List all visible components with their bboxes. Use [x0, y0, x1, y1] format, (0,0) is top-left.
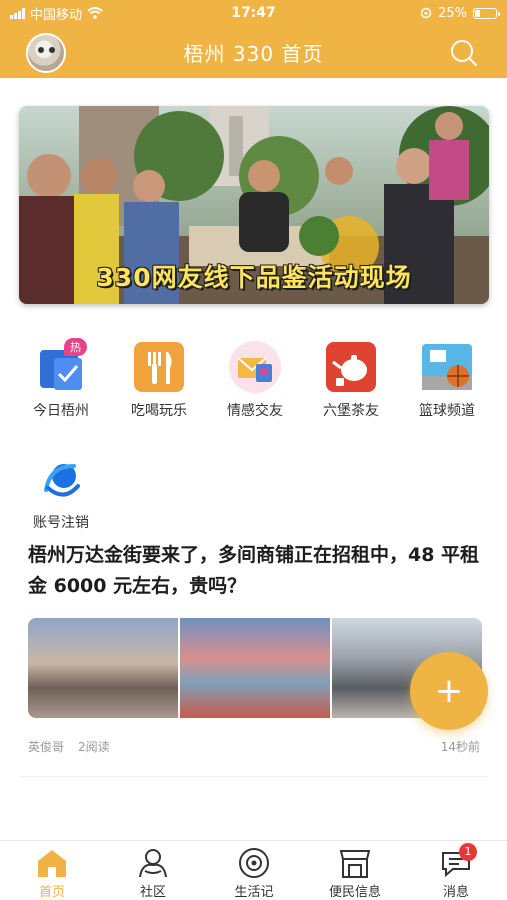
clock: 17:47 — [231, 5, 276, 21]
plus-icon: + — [434, 671, 464, 711]
event-banner[interactable]: 330网友线下品鉴活动现场 — [19, 106, 489, 304]
article-image — [28, 618, 178, 718]
banner-caption: 330网友线下品鉴活动现场 — [96, 263, 412, 292]
menu-item-food-fun[interactable]: 吃喝玩乐 — [114, 340, 204, 420]
search-icon[interactable] — [449, 38, 479, 68]
article-title[interactable]: 梧州万达金街要来了，多间商铺正在招租中，48 平租金 6000 元左右，贵吗？ — [28, 540, 488, 602]
tab-label: 首页 — [38, 885, 65, 900]
basketball-icon — [420, 340, 474, 394]
avatar[interactable] — [26, 33, 66, 73]
article-reads: 2阅读 — [78, 740, 110, 754]
divider — [20, 776, 487, 777]
menu-item-basketball[interactable]: 篮球频道 — [402, 340, 492, 420]
menu-item-tea[interactable]: 六堡茶友 — [306, 340, 396, 420]
add-post-button[interactable]: + — [410, 652, 488, 730]
menu-item-account-cancel[interactable]: 账号注销 — [16, 452, 106, 532]
menu-item-label: 情感交友 — [227, 403, 283, 419]
wifi-icon — [87, 7, 103, 19]
shop-icon — [338, 847, 372, 879]
menu-item-label: 六堡茶友 — [323, 403, 379, 419]
menu-item-label: 今日梧州 — [33, 403, 89, 419]
account-cancel-icon — [34, 452, 88, 506]
carrier-label: 中国移动 — [30, 7, 83, 23]
article-image — [180, 618, 330, 718]
message-icon: 1 — [439, 843, 477, 879]
menu-item-today-wuzhou[interactable]: 热 今日梧州 — [16, 338, 106, 420]
tab-label: 消息 — [442, 885, 469, 900]
tab-home[interactable]: 首页 — [12, 847, 92, 900]
fork-knife-icon — [132, 340, 186, 394]
tab-label: 社区 — [139, 885, 166, 900]
menu-item-dating[interactable]: 情感交友 — [210, 340, 300, 420]
header-bar: 梧州 330 首页 — [0, 26, 507, 78]
article-time: 14秒前 — [440, 740, 480, 754]
tab-label: 生活记 — [234, 885, 274, 900]
menu-item-label: 篮球频道 — [419, 403, 475, 419]
menu-item-label: 吃喝玩乐 — [131, 403, 187, 419]
message-count-badge: 1 — [459, 843, 477, 861]
orientation-lock-icon — [420, 7, 432, 19]
home-icon — [35, 847, 69, 879]
menu-item-label: 账号注销 — [33, 515, 89, 531]
tab-messages[interactable]: 1 消息 — [416, 843, 496, 900]
article-meta: 英俊哥 2阅读 14秒前 — [28, 738, 480, 755]
tab-label: 便民信息 — [328, 885, 381, 900]
tab-community[interactable]: 社区 — [113, 847, 193, 900]
teapot-icon — [324, 340, 378, 394]
bottom-tab-bar: 首页 社区 生活记 便民信息 1 消息 — [0, 840, 507, 900]
battery-icon — [473, 7, 500, 19]
community-icon — [136, 847, 170, 879]
article-author: 英俊哥 — [28, 740, 65, 754]
page-title: 梧州 330 首页 — [183, 41, 324, 66]
news-icon: 热 — [34, 338, 88, 394]
hot-badge: 热 — [64, 338, 87, 356]
tab-convenience-info[interactable]: 便民信息 — [315, 847, 395, 900]
camera-icon — [237, 847, 271, 879]
love-letter-icon — [228, 340, 282, 394]
status-bar: 中国移动 17:47 25% — [0, 0, 507, 26]
signal-icon — [10, 7, 25, 19]
tab-life-journal[interactable]: 生活记 — [214, 847, 294, 900]
battery-percent: 25% — [438, 5, 467, 21]
